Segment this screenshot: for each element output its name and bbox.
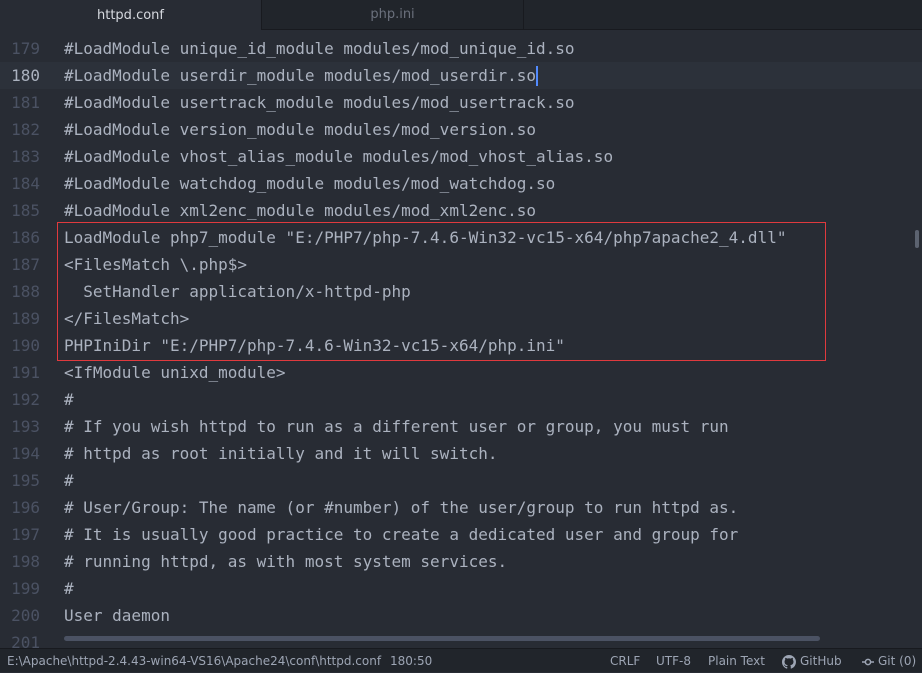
code-text: #LoadModule xml2enc_module modules/mod_x…: [64, 201, 537, 220]
code-line[interactable]: 194 # httpd as root initially and it will…: [0, 440, 922, 467]
code-line[interactable]: 195 #: [0, 467, 922, 494]
status-file-path[interactable]: E:\Apache\httpd-2.4.43-win64-VS16\Apache…: [7, 649, 381, 673]
code-text: #LoadModule userdir_module modules/mod_u…: [64, 66, 537, 85]
code-text: # It is usually good practice to create …: [64, 525, 739, 544]
line-number: 179: [11, 39, 40, 58]
line-number: 199: [11, 579, 40, 598]
code-line[interactable]: 192 #: [0, 386, 922, 413]
line-number: 180: [11, 66, 40, 85]
status-github[interactable]: GitHub: [782, 649, 842, 673]
status-grammar[interactable]: Plain Text: [708, 649, 765, 673]
line-number: 197: [11, 525, 40, 544]
code-line[interactable]: 193 # If you wish httpd to run as a diffe…: [0, 413, 922, 440]
code-text: SetHandler application/x-httpd-php: [64, 282, 411, 301]
line-number: 183: [11, 147, 40, 166]
status-cursor-position[interactable]: 180:50: [390, 649, 432, 673]
horizontal-scrollbar[interactable]: [64, 636, 820, 641]
git-commit-icon: [862, 658, 874, 665]
code-line[interactable]: 200 User daemon: [0, 602, 922, 629]
code-text: #: [64, 579, 74, 598]
code-text: #LoadModule usertrack_module modules/mod…: [64, 93, 575, 112]
code-line[interactable]: 180 #LoadModule userdir_module modules/mo…: [0, 62, 922, 89]
line-number: 196: [11, 498, 40, 517]
line-number: 201: [11, 633, 40, 648]
code-line[interactable]: 186 LoadModule php7_module "E:/PHP7/php-7…: [0, 224, 922, 251]
tab-php-ini[interactable]: php.ini: [262, 0, 524, 29]
code-line[interactable]: 198 # running httpd, as with most system …: [0, 548, 922, 575]
vertical-scrollbar-thumb[interactable]: [915, 230, 919, 248]
code-text: #: [64, 390, 74, 409]
code-text: #LoadModule watchdog_module modules/mod_…: [64, 174, 556, 193]
line-number: 194: [11, 444, 40, 463]
line-number: 192: [11, 390, 40, 409]
code-line[interactable]: 181 #LoadModule usertrack_module modules/…: [0, 89, 922, 116]
code-text: #: [64, 471, 74, 490]
github-icon: [782, 654, 796, 669]
code-line[interactable]: 197 # It is usually good practice to crea…: [0, 521, 922, 548]
code-line[interactable]: 189 </FilesMatch>: [0, 305, 922, 332]
code-text: #LoadModule version_module modules/mod_v…: [64, 120, 537, 139]
line-number: 182: [11, 120, 40, 139]
line-number: 185: [11, 201, 40, 220]
code-line[interactable]: 183 #LoadModule vhost_alias_module module…: [0, 143, 922, 170]
line-number: 195: [11, 471, 40, 490]
code-editor[interactable]: 201 200 User daemon 199 #198 # running httpd,…: [0, 30, 922, 648]
code-text: #LoadModule vhost_alias_module modules/m…: [64, 147, 614, 166]
code-text: # User/Group: The name (or #number) of t…: [64, 498, 739, 517]
code-line[interactable]: 190 PHPIniDir "E:/PHP7/php-7.4.6-Win32-vc…: [0, 332, 922, 359]
code-line[interactable]: 182 #LoadModule version_module modules/mo…: [0, 116, 922, 143]
line-number: 193: [11, 417, 40, 436]
line-number: 200: [11, 606, 40, 625]
line-number: 188: [11, 282, 40, 301]
status-encoding[interactable]: UTF-8: [656, 649, 691, 673]
line-number: 187: [11, 255, 40, 274]
code-text: <IfModule unixd_module>: [64, 363, 286, 382]
code-line[interactable]: 199 #: [0, 575, 922, 602]
line-number: 181: [11, 93, 40, 112]
code-line[interactable]: 187 <FilesMatch \.php$>: [0, 251, 922, 278]
code-text: <FilesMatch \.php$>: [64, 255, 248, 274]
code-line[interactable]: 196 # User/Group: The name (or #number) o…: [0, 494, 922, 521]
status-git-label: Git (0): [878, 654, 917, 668]
tab-bar: httpd.conf php.ini: [0, 0, 922, 30]
tab-httpd-conf[interactable]: httpd.conf: [0, 0, 262, 30]
line-number: 189: [11, 309, 40, 328]
status-line-ending[interactable]: CRLF: [610, 649, 640, 673]
code-text: LoadModule php7_module "E:/PHP7/php-7.4.…: [64, 228, 787, 247]
code-text: # running httpd, as with most system ser…: [64, 552, 508, 571]
line-number: 184: [11, 174, 40, 193]
code-line[interactable]: 188 SetHandler application/x-httpd-php: [0, 278, 922, 305]
code-text: #LoadModule unique_id_module modules/mod…: [64, 39, 575, 58]
text-cursor: [535, 66, 538, 86]
code-line[interactable]: 184 #LoadModule watchdog_module modules/m…: [0, 170, 922, 197]
status-git[interactable]: Git (0): [862, 649, 916, 673]
code-text: # If you wish httpd to run as a differen…: [64, 417, 729, 436]
code-text: </FilesMatch>: [64, 309, 190, 328]
line-number: 191: [11, 363, 40, 382]
code-line[interactable]: 191 <IfModule unixd_module>: [0, 359, 922, 386]
line-number: 198: [11, 552, 40, 571]
code-line[interactable]: 179 #LoadModule unique_id_module modules/…: [0, 35, 922, 62]
code-text: # httpd as root initially and it will sw…: [64, 444, 498, 463]
line-number: 190: [11, 336, 40, 355]
line-number: 186: [11, 228, 40, 247]
status-bar: E:\Apache\httpd-2.4.43-win64-VS16\Apache…: [0, 648, 922, 672]
code-text: User daemon: [64, 606, 170, 625]
status-github-label: GitHub: [800, 654, 842, 668]
code-text: PHPIniDir "E:/PHP7/php-7.4.6-Win32-vc15-…: [64, 336, 565, 355]
code-line[interactable]: 185 #LoadModule xml2enc_module modules/mo…: [0, 197, 922, 224]
